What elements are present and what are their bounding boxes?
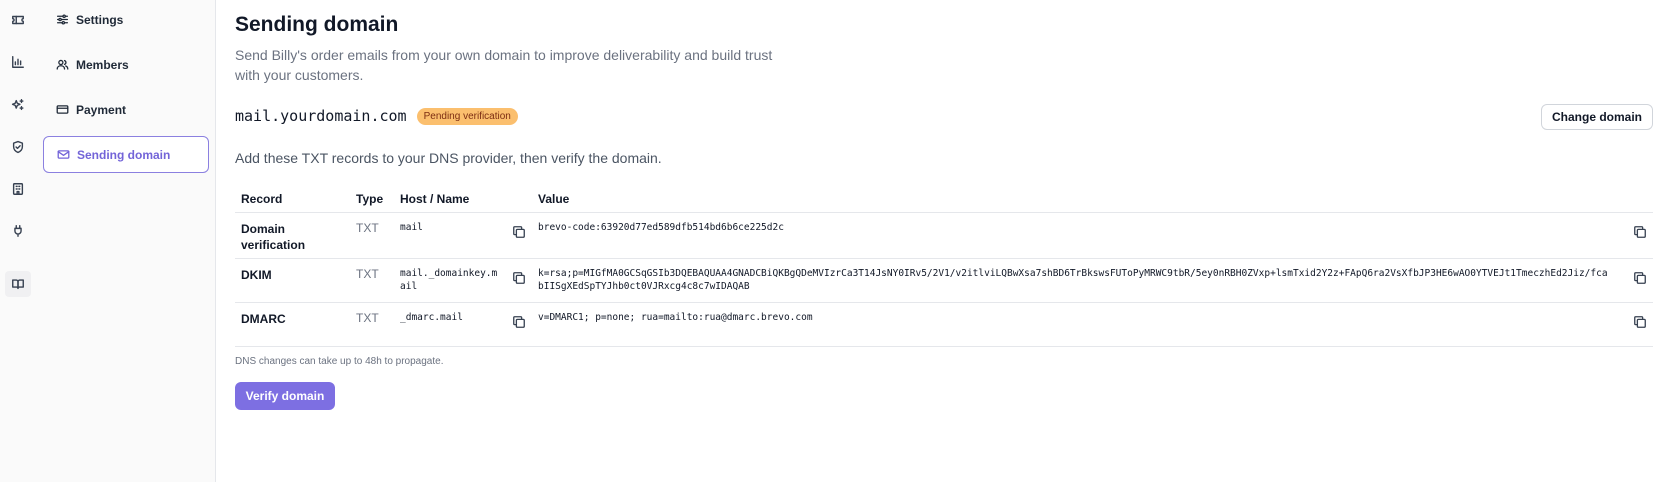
instructions-text: Add these TXT records to your DNS provid… xyxy=(235,150,662,166)
domain-name: mail.yourdomain.com xyxy=(235,107,407,125)
bar-chart-icon[interactable] xyxy=(9,53,27,71)
nav-item-payment[interactable]: Payment xyxy=(43,91,209,128)
record-host: mail xyxy=(400,221,423,233)
record-host: _dmarc.mail xyxy=(400,311,463,323)
table-row: DKIM TXT mail._domainkey.mail k=rsa;p=MI… xyxy=(235,258,1653,303)
table-row: DMARC TXT _dmarc.mail v=DMARC1; p=none; … xyxy=(235,302,1653,347)
record-type: TXT xyxy=(350,212,394,259)
copy-icon[interactable] xyxy=(1633,225,1647,239)
nav-item-sending-domain[interactable]: Sending domain xyxy=(43,136,209,173)
record-host-cell: mail._domainkey.mail xyxy=(394,258,532,303)
credit-card-icon xyxy=(56,103,69,116)
nav-item-label: Settings xyxy=(76,12,124,27)
record-host-cell: _dmarc.mail xyxy=(394,302,532,347)
record-value: v=DMARC1; p=none; rua=mailto:rua@dmarc.b… xyxy=(538,311,813,323)
record-name: DKIM xyxy=(235,258,350,303)
nav-item-label: Payment xyxy=(76,102,127,117)
column-header-record: Record xyxy=(235,186,350,213)
record-value-cell: brevo-code:63920d77ed589dfb514bd6b6ce225… xyxy=(532,212,1653,259)
verify-domain-button[interactable]: Verify domain xyxy=(235,382,335,410)
page-subtitle: Send Billy's order emails from your own … xyxy=(235,47,773,83)
copy-icon[interactable] xyxy=(512,225,526,239)
record-value-cell: v=DMARC1; p=none; rua=mailto:rua@dmarc.b… xyxy=(532,302,1653,347)
record-value: k=rsa;p=MIGfMA0GCSqGSIb3DQEBAQUAA4GNADCB… xyxy=(538,267,1608,292)
shield-check-icon[interactable] xyxy=(9,138,27,156)
column-header-value: Value xyxy=(532,186,1653,213)
sliders-icon xyxy=(56,13,69,26)
record-value-cell: k=rsa;p=MIGfMA0GCSqGSIb3DQEBAQUAA4GNADCB… xyxy=(532,258,1653,303)
nav-item-label: Members xyxy=(76,57,129,72)
icon-rail xyxy=(0,0,36,482)
record-name: Domain verification xyxy=(235,212,350,259)
table-row: Domain verification TXT mail brevo-code:… xyxy=(235,212,1653,259)
building-icon[interactable] xyxy=(9,180,27,198)
mail-icon xyxy=(57,148,70,161)
change-domain-button[interactable]: Change domain xyxy=(1540,104,1653,130)
table-header-row: Record Type Host / Name Value xyxy=(235,186,1653,213)
copy-icon[interactable] xyxy=(512,271,526,285)
record-host: mail._domainkey.mail xyxy=(400,267,498,292)
copy-icon[interactable] xyxy=(1633,271,1647,285)
copy-icon[interactable] xyxy=(1633,315,1647,329)
record-host-cell: mail xyxy=(394,212,532,259)
record-type: TXT xyxy=(350,258,394,303)
nav-item-members[interactable]: Members xyxy=(43,46,209,83)
settings-nav: Settings Members Payment Sending domain xyxy=(36,0,216,482)
nav-item-label: Sending domain xyxy=(77,147,171,162)
record-type: TXT xyxy=(350,302,394,347)
main-content: Sending domain Send Billy's order emails… xyxy=(235,0,1667,482)
column-header-type: Type xyxy=(350,186,394,213)
copy-icon[interactable] xyxy=(512,315,526,329)
domain-row: mail.yourdomain.com Pending verification xyxy=(235,107,518,125)
record-value: brevo-code:63920d77ed589dfb514bd6b6ce225… xyxy=(538,221,784,233)
record-name: DMARC xyxy=(235,302,350,347)
nav-item-settings[interactable]: Settings xyxy=(43,1,209,38)
users-icon xyxy=(56,58,69,71)
dns-records-table: Record Type Host / Name Value Domain ver… xyxy=(235,186,1653,347)
sparkles-icon[interactable] xyxy=(9,96,27,114)
book-open-icon[interactable] xyxy=(5,271,31,297)
page-title: Sending domain xyxy=(235,13,399,36)
ticket-icon[interactable] xyxy=(9,11,27,29)
column-header-host: Host / Name xyxy=(394,186,532,213)
plug-icon[interactable] xyxy=(9,222,27,240)
propagation-note: DNS changes can take up to 48h to propag… xyxy=(235,356,444,367)
status-badge: Pending verification xyxy=(416,107,518,125)
